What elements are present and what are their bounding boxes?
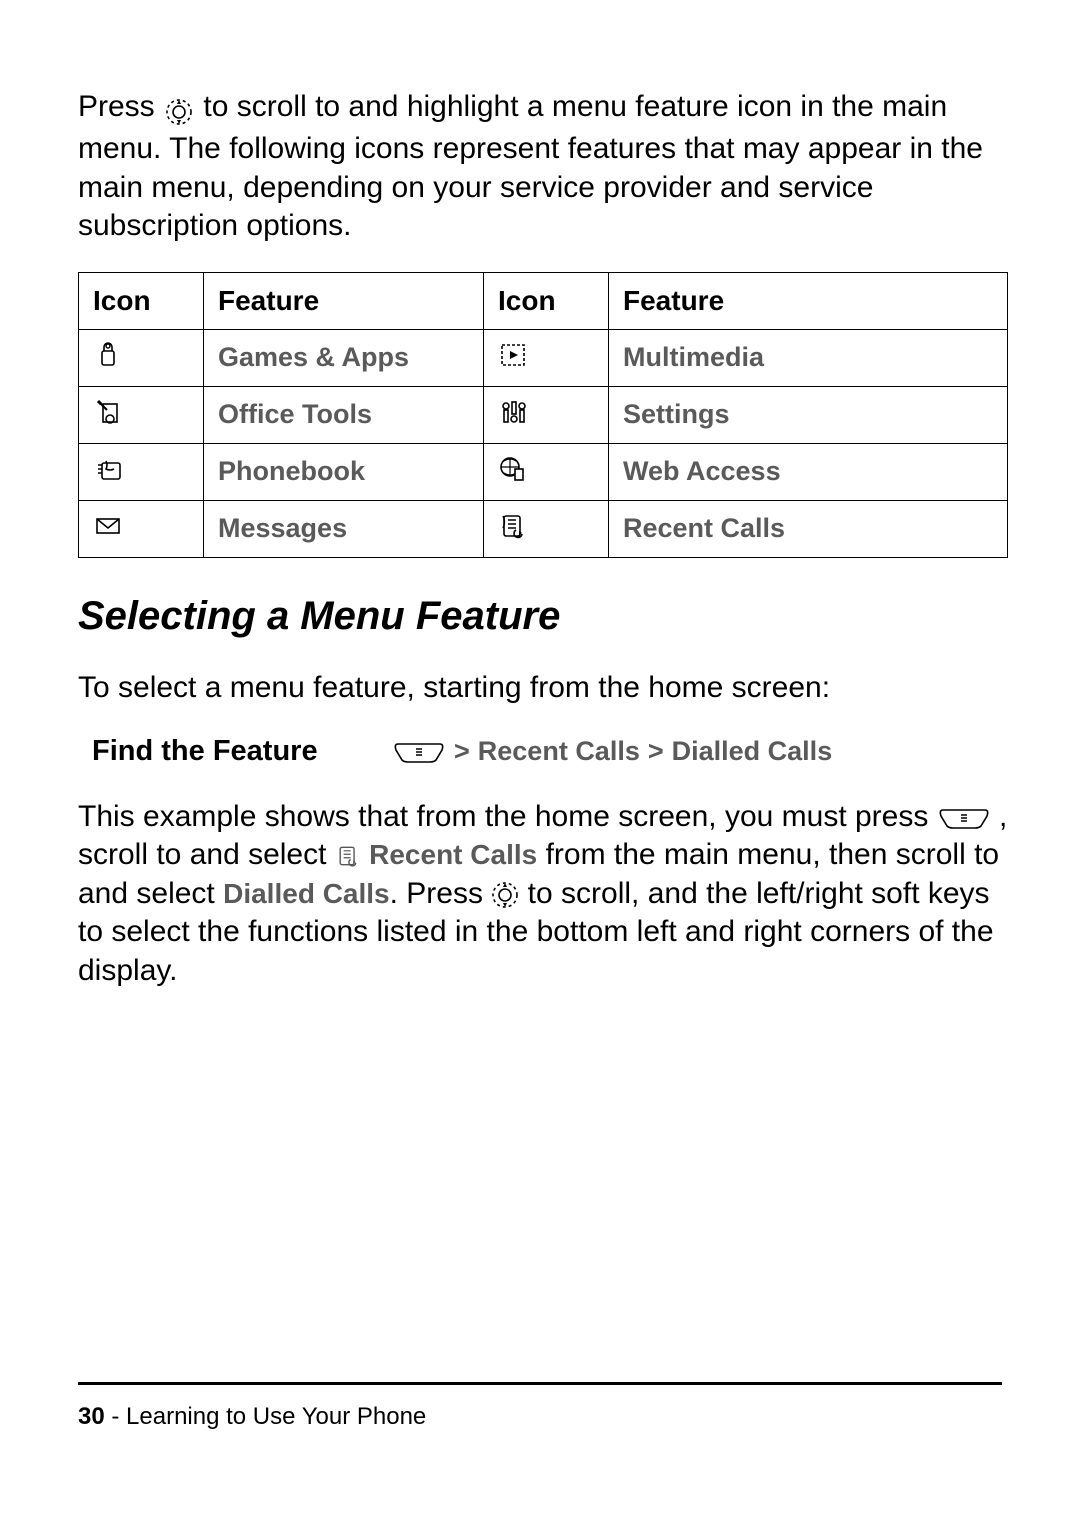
intro-press: Press [78, 90, 155, 123]
web-access-label: Web Access [609, 443, 1008, 500]
nav-key-icon [491, 877, 527, 910]
find-label: Find the Feature [92, 735, 392, 768]
explain-t5: to scroll, and the left/right soft keys … [78, 877, 994, 987]
table-row: Office Tools Settings [79, 386, 1008, 443]
games-apps-label: Games & Apps [204, 329, 484, 386]
recent-calls-label: Recent Calls [609, 500, 1008, 557]
path-recent-calls: Recent Calls [478, 736, 640, 767]
phonebook-label: Phonebook [204, 443, 484, 500]
path-dialled-calls: Dialled Calls [672, 736, 833, 767]
multimedia-icon [484, 329, 609, 386]
intro-rest: to scroll to and highlight a menu featur… [78, 90, 983, 242]
section-heading: Selecting a Menu Feature [78, 594, 1008, 639]
settings-label: Settings [609, 386, 1008, 443]
table-header-row: Icon Feature Icon Feature [79, 272, 1008, 329]
select-intro: To select a menu feature, starting from … [78, 669, 1008, 707]
page-footer: 30 - Learning to Use Your Phone [78, 1382, 1002, 1431]
web-access-icon [484, 443, 609, 500]
settings-icon [484, 386, 609, 443]
recent-calls-icon [484, 500, 609, 557]
menu-key-icon [392, 736, 446, 767]
explain-t4: . Press [390, 877, 483, 910]
find-the-feature-row: Find the Feature > Recent Calls > Dialle… [78, 735, 1008, 768]
explain-t1: This example shows that from the home sc… [78, 800, 928, 833]
th-feature-2: Feature [609, 272, 1008, 329]
intro-paragraph: Press to scroll to and highlight a menu … [78, 88, 1008, 246]
page: Press to scroll to and highlight a menu … [0, 0, 1080, 1521]
path-sep-1: > [454, 736, 470, 767]
explanation-paragraph: This example shows that from the home sc… [78, 798, 1008, 990]
recent-calls-icon [335, 838, 369, 871]
office-tools-label: Office Tools [204, 386, 484, 443]
icon-feature-table: Icon Feature Icon Feature Games & Apps [78, 272, 1008, 558]
th-icon-1: Icon [79, 272, 204, 329]
table-row: Messages Recent Calls [79, 500, 1008, 557]
table-row: Games & Apps Multimedia [79, 329, 1008, 386]
office-tools-icon [79, 386, 204, 443]
nav-key-icon [165, 92, 193, 130]
explain-recent-calls: Recent Calls [369, 839, 537, 870]
messages-icon [79, 500, 204, 557]
multimedia-label: Multimedia [609, 329, 1008, 386]
messages-label: Messages [204, 500, 484, 557]
footer-title: Learning to Use Your Phone [126, 1403, 426, 1430]
menu-key-icon [937, 800, 999, 833]
th-icon-2: Icon [484, 272, 609, 329]
find-path: > Recent Calls > Dialled Calls [392, 736, 832, 767]
path-sep-2: > [648, 736, 664, 767]
footer-sep: - [105, 1403, 126, 1430]
games-apps-icon [79, 329, 204, 386]
explain-dialled-calls: Dialled Calls [223, 878, 390, 909]
page-number: 30 [78, 1403, 105, 1430]
phonebook-icon [79, 443, 204, 500]
table-row: Phonebook Web Access [79, 443, 1008, 500]
th-feature-1: Feature [204, 272, 484, 329]
